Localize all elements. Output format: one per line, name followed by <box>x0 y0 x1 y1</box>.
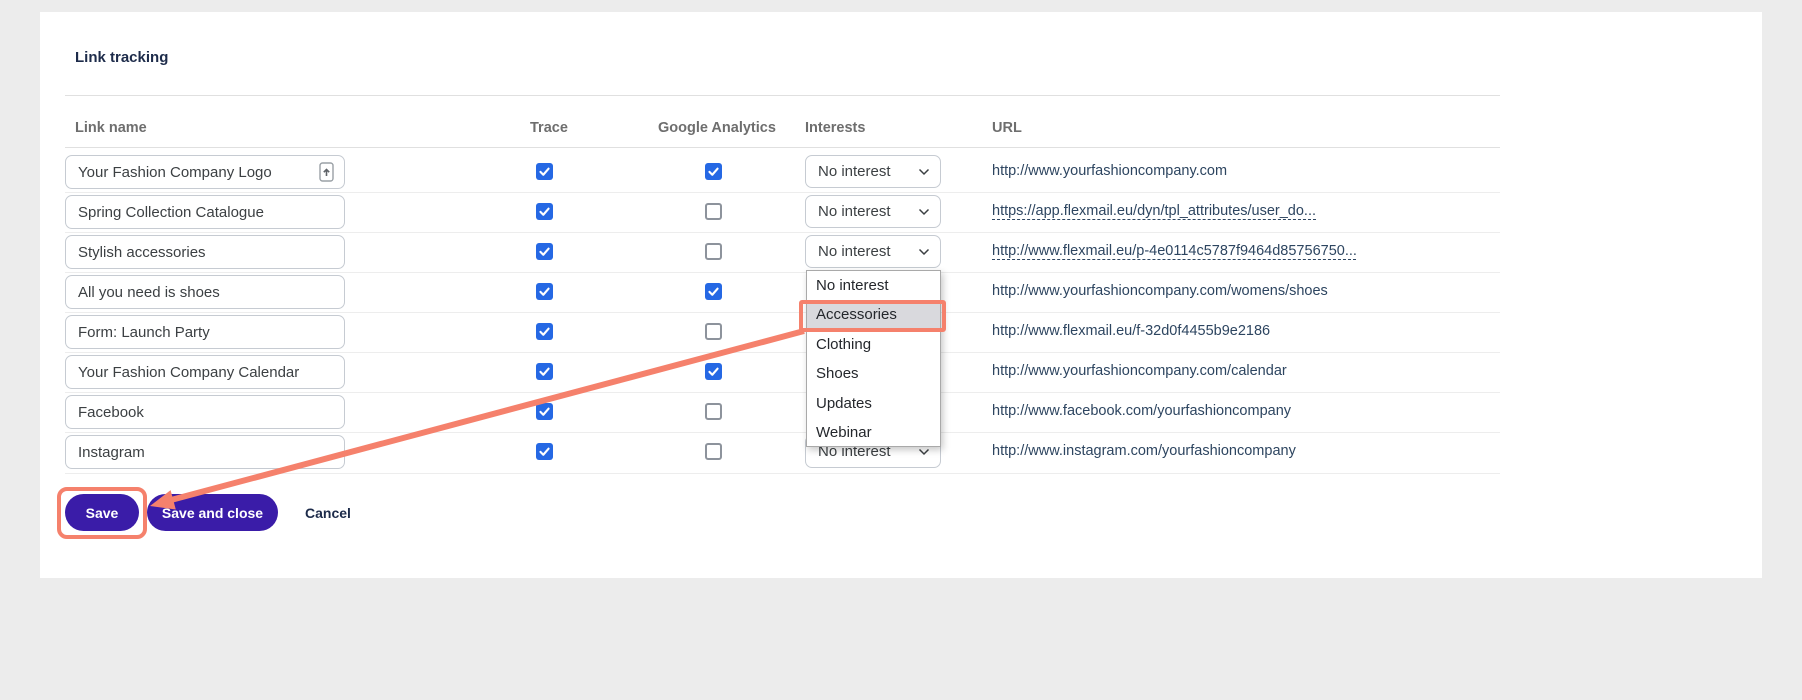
trace-checkbox[interactable] <box>536 403 553 420</box>
image-link-icon <box>319 162 334 182</box>
interests-select-value: No interest <box>818 243 918 260</box>
chevron-down-icon <box>918 208 930 216</box>
check-icon <box>540 409 548 415</box>
link-name-value: Your Fashion Company Calendar <box>78 364 334 381</box>
link-url[interactable]: http://www.flexmail.eu/f-32d0f4455b9e218… <box>992 323 1270 339</box>
header-divider <box>65 147 1500 148</box>
dropdown-option-shoes[interactable]: Shoes <box>807 359 940 388</box>
link-name-input[interactable]: Stylish accessories <box>65 235 345 269</box>
link-name-value: All you need is shoes <box>78 284 334 301</box>
save-button[interactable]: Save <box>65 494 139 531</box>
trace-checkbox[interactable] <box>536 163 553 180</box>
check-icon <box>540 249 548 255</box>
interests-select[interactable]: No interest <box>805 195 941 228</box>
check-icon <box>540 449 548 455</box>
link-name-input[interactable]: Your Fashion Company Calendar <box>65 355 345 389</box>
row-divider <box>65 272 1500 273</box>
link-url[interactable]: http://www.flexmail.eu/p-4e0114c5787f946… <box>992 243 1357 259</box>
chevron-down-icon <box>918 448 930 456</box>
link-url[interactable]: http://www.instagram.com/yourfashioncomp… <box>992 443 1296 459</box>
interests-select[interactable]: No interest <box>805 155 941 188</box>
trace-checkbox[interactable] <box>536 243 553 260</box>
google-analytics-checkbox[interactable] <box>705 363 722 380</box>
check-icon <box>709 289 717 295</box>
link-name-input[interactable]: Form: Launch Party <box>65 315 345 349</box>
row-divider <box>65 352 1500 353</box>
dropdown-option-no-interest[interactable]: No interest <box>807 271 940 300</box>
trace-checkbox[interactable] <box>536 283 553 300</box>
link-name-value: Stylish accessories <box>78 244 334 261</box>
trace-checkbox[interactable] <box>536 203 553 220</box>
google-analytics-checkbox[interactable] <box>705 243 722 260</box>
interests-dropdown-list: No interest Accessories Clothing Shoes U… <box>806 270 941 447</box>
column-header-google-analytics: Google Analytics <box>658 120 776 136</box>
link-name-value: Spring Collection Catalogue <box>78 204 334 221</box>
link-name-value: Your Fashion Company Logo <box>78 164 319 181</box>
check-icon <box>540 209 548 215</box>
check-icon <box>709 169 717 175</box>
row-divider <box>65 312 1500 313</box>
link-name-input[interactable]: Facebook <box>65 395 345 429</box>
link-name-input[interactable]: Instagram <box>65 435 345 469</box>
link-name-input[interactable]: Your Fashion Company Logo <box>65 155 345 189</box>
link-url[interactable]: http://www.yourfashioncompany.com <box>992 163 1227 179</box>
google-analytics-checkbox[interactable] <box>705 163 722 180</box>
interests-select-value: No interest <box>818 203 918 220</box>
google-analytics-checkbox[interactable] <box>705 443 722 460</box>
row-divider <box>65 392 1500 393</box>
trace-checkbox[interactable] <box>536 323 553 340</box>
row-divider <box>65 232 1500 233</box>
check-icon <box>540 169 548 175</box>
chevron-down-icon <box>918 248 930 256</box>
trace-checkbox[interactable] <box>536 363 553 380</box>
dropdown-option-clothing[interactable]: Clothing <box>807 330 940 359</box>
chevron-down-icon <box>918 168 930 176</box>
row-divider <box>65 473 1500 474</box>
google-analytics-checkbox[interactable] <box>705 403 722 420</box>
page-title: Link tracking <box>75 49 168 66</box>
link-url[interactable]: http://www.yourfashioncompany.com/womens… <box>992 283 1328 299</box>
check-icon <box>540 329 548 335</box>
check-icon <box>709 369 717 375</box>
dropdown-option-updates[interactable]: Updates <box>807 389 940 418</box>
link-url[interactable]: http://www.yourfashioncompany.com/calend… <box>992 363 1287 379</box>
column-header-url: URL <box>992 120 1022 136</box>
title-divider <box>65 95 1500 96</box>
link-name-input[interactable]: All you need is shoes <box>65 275 345 309</box>
check-icon <box>540 369 548 375</box>
dropdown-option-accessories[interactable]: Accessories <box>807 300 940 329</box>
row-divider <box>65 432 1500 433</box>
link-name-value: Form: Launch Party <box>78 324 334 341</box>
google-analytics-checkbox[interactable] <box>705 323 722 340</box>
trace-checkbox[interactable] <box>536 443 553 460</box>
google-analytics-checkbox[interactable] <box>705 203 722 220</box>
column-header-trace: Trace <box>530 120 568 136</box>
row-divider <box>65 192 1500 193</box>
cancel-button[interactable]: Cancel <box>299 504 357 522</box>
link-name-value: Instagram <box>78 444 334 461</box>
column-header-interests: Interests <box>805 120 865 136</box>
interests-select-open[interactable]: No interest <box>805 235 941 268</box>
link-url[interactable]: http://www.facebook.com/yourfashioncompa… <box>992 403 1291 419</box>
save-and-close-button[interactable]: Save and close <box>147 494 278 531</box>
check-icon <box>540 289 548 295</box>
google-analytics-checkbox[interactable] <box>705 283 722 300</box>
link-name-input[interactable]: Spring Collection Catalogue <box>65 195 345 229</box>
dropdown-option-webinar[interactable]: Webinar <box>807 418 940 447</box>
link-name-value: Facebook <box>78 404 334 421</box>
interests-select-value: No interest <box>818 163 918 180</box>
link-url[interactable]: https://app.flexmail.eu/dyn/tpl_attribut… <box>992 203 1316 219</box>
column-header-link-name: Link name <box>75 120 147 136</box>
